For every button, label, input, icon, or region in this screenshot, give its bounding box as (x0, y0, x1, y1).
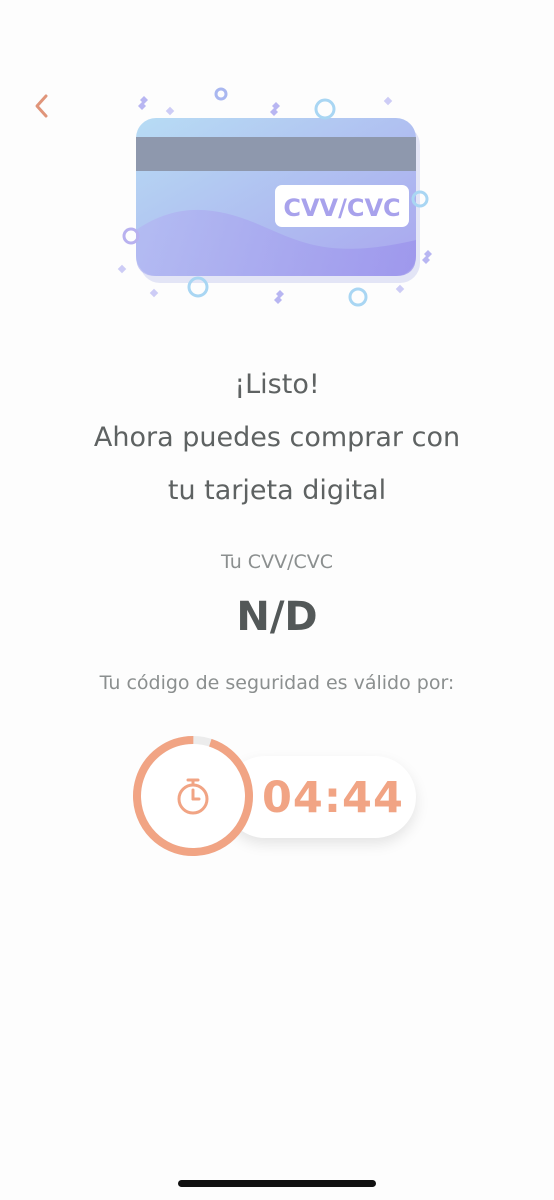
home-indicator (178, 1180, 376, 1187)
timer-ring (133, 736, 253, 856)
chevron-left-icon (35, 94, 48, 118)
success-message: ¡Listo! Ahora puedes comprar con tu tarj… (0, 358, 554, 517)
message-line-2: Ahora puedes comprar con (93, 422, 461, 453)
card-badge-text: CVV/CVC (283, 194, 400, 222)
card-illustration: CVV/CVC (100, 80, 454, 320)
cvv-label: Tu CVV/CVC (221, 551, 333, 573)
timer-value: 04:44 (262, 773, 404, 823)
back-button[interactable] (24, 88, 60, 124)
message-line-1: ¡Listo! (234, 369, 320, 400)
message-line-3: tu tarjeta digital (167, 475, 387, 506)
cvv-value: N/D (236, 594, 318, 640)
validity-text: Tu código de seguridad es válido por: (99, 672, 455, 694)
